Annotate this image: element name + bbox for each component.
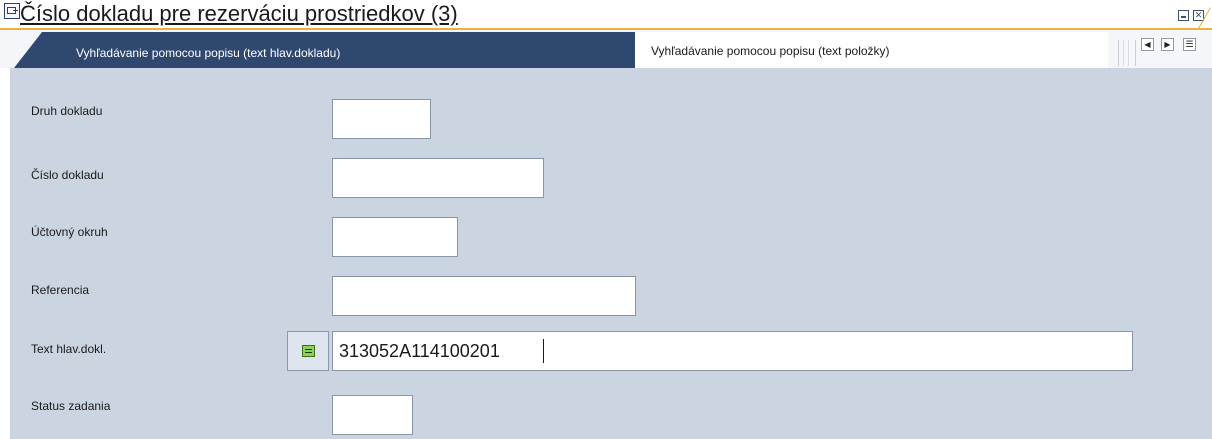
- label-text-hlav-dokl: Text hlav.dokl.: [31, 342, 107, 356]
- tab-label: Vyhľadávanie pomocou popisu (text položk…: [651, 44, 890, 58]
- tab-scroll-left-button[interactable]: ◀: [1141, 38, 1154, 51]
- minimize-button[interactable]: [1178, 10, 1189, 21]
- label-cislo-dokladu: Číslo dokladu: [31, 168, 104, 182]
- page-title: Číslo dokladu pre rezerváciu prostriedko…: [20, 1, 458, 26]
- uctovny-okruh-input[interactable]: [332, 217, 458, 257]
- tab-list-button[interactable]: ☰: [1183, 38, 1196, 51]
- search-form-panel: [0, 68, 1212, 439]
- label-status-zadania: Status zadania: [31, 399, 111, 413]
- tab-overflow-indicator: [1118, 40, 1136, 66]
- window-icon: [4, 3, 20, 19]
- title-bar: Číslo dokladu pre rezerváciu prostriedko…: [0, 0, 1212, 30]
- status-zadania-input[interactable]: [332, 395, 413, 435]
- cislo-dokladu-input[interactable]: [332, 158, 544, 198]
- equals-icon: [302, 345, 315, 357]
- tab-strip: Vyhľadávanie pomocou popisu (text hlav.d…: [0, 30, 1212, 68]
- label-referencia: Referencia: [31, 283, 90, 297]
- tab-search-by-item-text[interactable]: Vyhľadávanie pomocou popisu (text položk…: [635, 32, 1108, 68]
- text-cursor: [543, 339, 544, 363]
- tab-label: Vyhľadávanie pomocou popisu (text hlav.d…: [76, 46, 341, 60]
- text-hlav-dokl-input[interactable]: [332, 331, 1133, 371]
- tab-search-by-header-text[interactable]: Vyhľadávanie pomocou popisu (text hlav.d…: [14, 32, 635, 68]
- label-uctovny-okruh: Účtovný okruh: [31, 225, 108, 239]
- druh-dokladu-input[interactable]: [332, 99, 431, 139]
- label-druh-dokladu: Druh dokladu: [31, 104, 103, 118]
- tab-scroll-right-button[interactable]: ▶: [1161, 38, 1174, 51]
- selection-option-button[interactable]: [287, 331, 329, 371]
- referencia-input[interactable]: [332, 276, 636, 316]
